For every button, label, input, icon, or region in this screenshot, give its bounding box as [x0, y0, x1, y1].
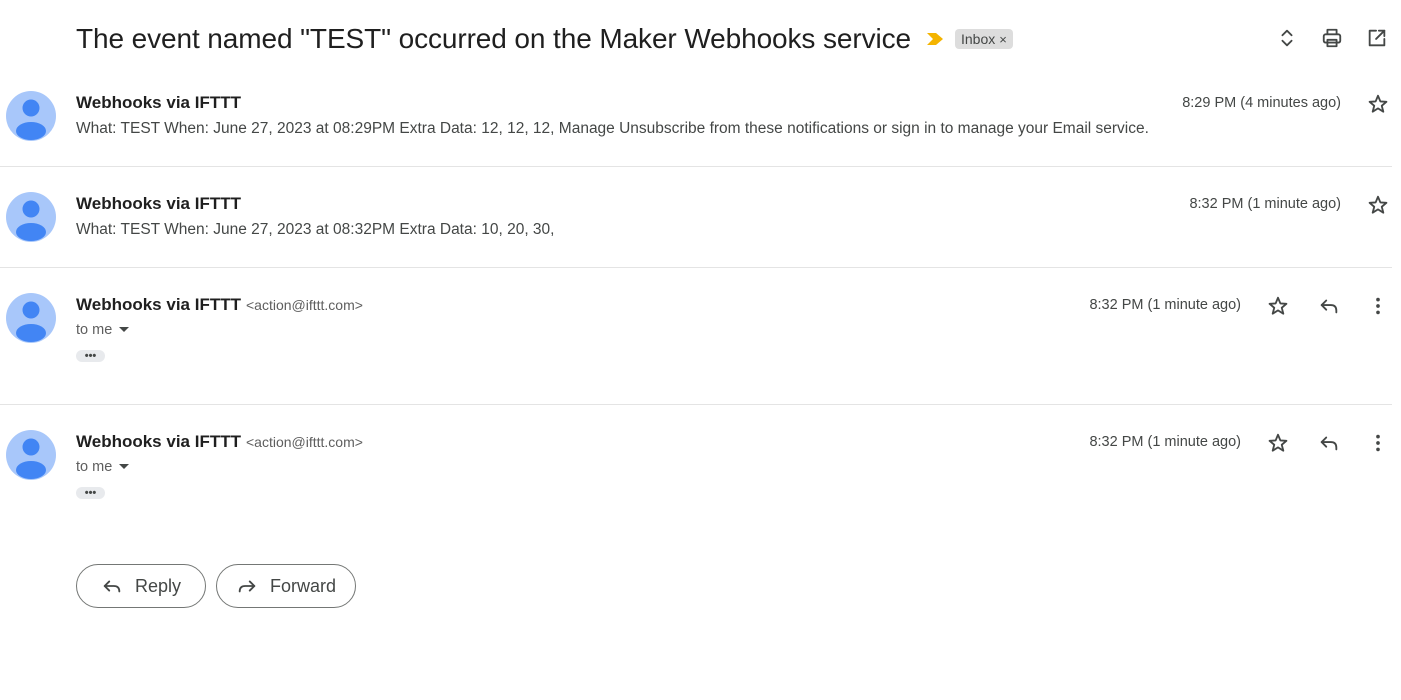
message-collapsed[interactable]: Webhooks via IFTTT 8:29 PM (4 minutes ag…	[0, 75, 1392, 167]
message-collapsed[interactable]: Webhooks via IFTTT 8:32 PM (1 minute ago…	[0, 167, 1392, 268]
show-trimmed-content-button[interactable]: •••	[76, 350, 105, 362]
star-icon[interactable]	[1367, 194, 1389, 216]
reply-icon[interactable]	[1318, 295, 1340, 317]
reply-icon	[103, 580, 121, 593]
recipients-text: to me	[76, 459, 113, 475]
print-icon[interactable]	[1320, 26, 1344, 50]
avatar-icon	[6, 293, 56, 343]
sender-name: Webhooks via IFTTT	[76, 93, 241, 112]
message-time: 8:29 PM (4 minutes ago)	[1182, 95, 1341, 111]
forward-button[interactable]: Forward	[216, 564, 356, 608]
avatar-icon	[6, 430, 56, 480]
message-time: 8:32 PM (1 minute ago)	[1189, 196, 1341, 212]
avatar-icon	[6, 192, 56, 242]
more-options-icon[interactable]	[1367, 432, 1389, 454]
sender-name: Webhooks via IFTTT	[76, 194, 241, 213]
sender-email: <action@ifttt.com>	[245, 434, 363, 450]
message-snippet: What: TEST When: June 27, 2023 at 08:29P…	[76, 120, 1149, 137]
star-icon[interactable]	[1267, 295, 1289, 317]
message-expanded: Webhooks via IFTTT <action@ifttt.com> 8:…	[0, 268, 1392, 405]
reply-button[interactable]: Reply	[76, 564, 206, 608]
sender-name[interactable]: Webhooks via IFTTT	[76, 432, 241, 452]
chevron-down-icon	[119, 327, 130, 332]
reply-icon[interactable]	[1318, 432, 1340, 454]
sender-line: Webhooks via IFTTT <action@ifttt.com>	[76, 295, 363, 315]
inbox-label-chip[interactable]: Inbox ×	[954, 29, 1013, 49]
sender-email: <action@ifttt.com>	[245, 297, 363, 313]
open-in-new-window-icon[interactable]	[1365, 26, 1389, 50]
more-options-icon[interactable]	[1367, 295, 1389, 317]
recipients-dropdown[interactable]: to me	[76, 322, 130, 338]
thread-actions	[1275, 26, 1389, 50]
avatar-icon	[6, 91, 56, 141]
message-expanded: Webhooks via IFTTT <action@ifttt.com> 8:…	[0, 405, 1392, 535]
expand-all-icon[interactable]	[1275, 26, 1299, 50]
forward-button-label: Forward	[269, 575, 336, 596]
show-trimmed-content-button[interactable]: •••	[76, 487, 105, 499]
inbox-label-text: Inbox	[960, 31, 996, 47]
sender-name[interactable]: Webhooks via IFTTT	[76, 295, 241, 315]
importance-marker-icon[interactable]	[925, 32, 945, 46]
star-icon[interactable]	[1367, 93, 1389, 115]
chevron-down-icon	[119, 464, 130, 469]
email-subject: The event named "TEST" occurred on the M…	[76, 23, 911, 54]
message-time: 8:32 PM (1 minute ago)	[1089, 434, 1241, 450]
remove-label-icon[interactable]: ×	[999, 32, 1007, 47]
forward-icon	[238, 580, 256, 593]
sender-line: Webhooks via IFTTT <action@ifttt.com>	[76, 432, 363, 452]
recipients-dropdown[interactable]: to me	[76, 459, 130, 475]
message-time: 8:32 PM (1 minute ago)	[1089, 297, 1241, 313]
message-snippet: What: TEST When: June 27, 2023 at 08:32P…	[76, 221, 555, 238]
star-icon[interactable]	[1267, 432, 1289, 454]
recipients-text: to me	[76, 322, 113, 338]
reply-button-label: Reply	[134, 575, 182, 596]
sender-line: Webhooks via IFTTT	[76, 93, 241, 113]
sender-line: Webhooks via IFTTT	[76, 194, 241, 214]
subject-header: The event named "TEST" occurred on the M…	[76, 20, 1013, 58]
